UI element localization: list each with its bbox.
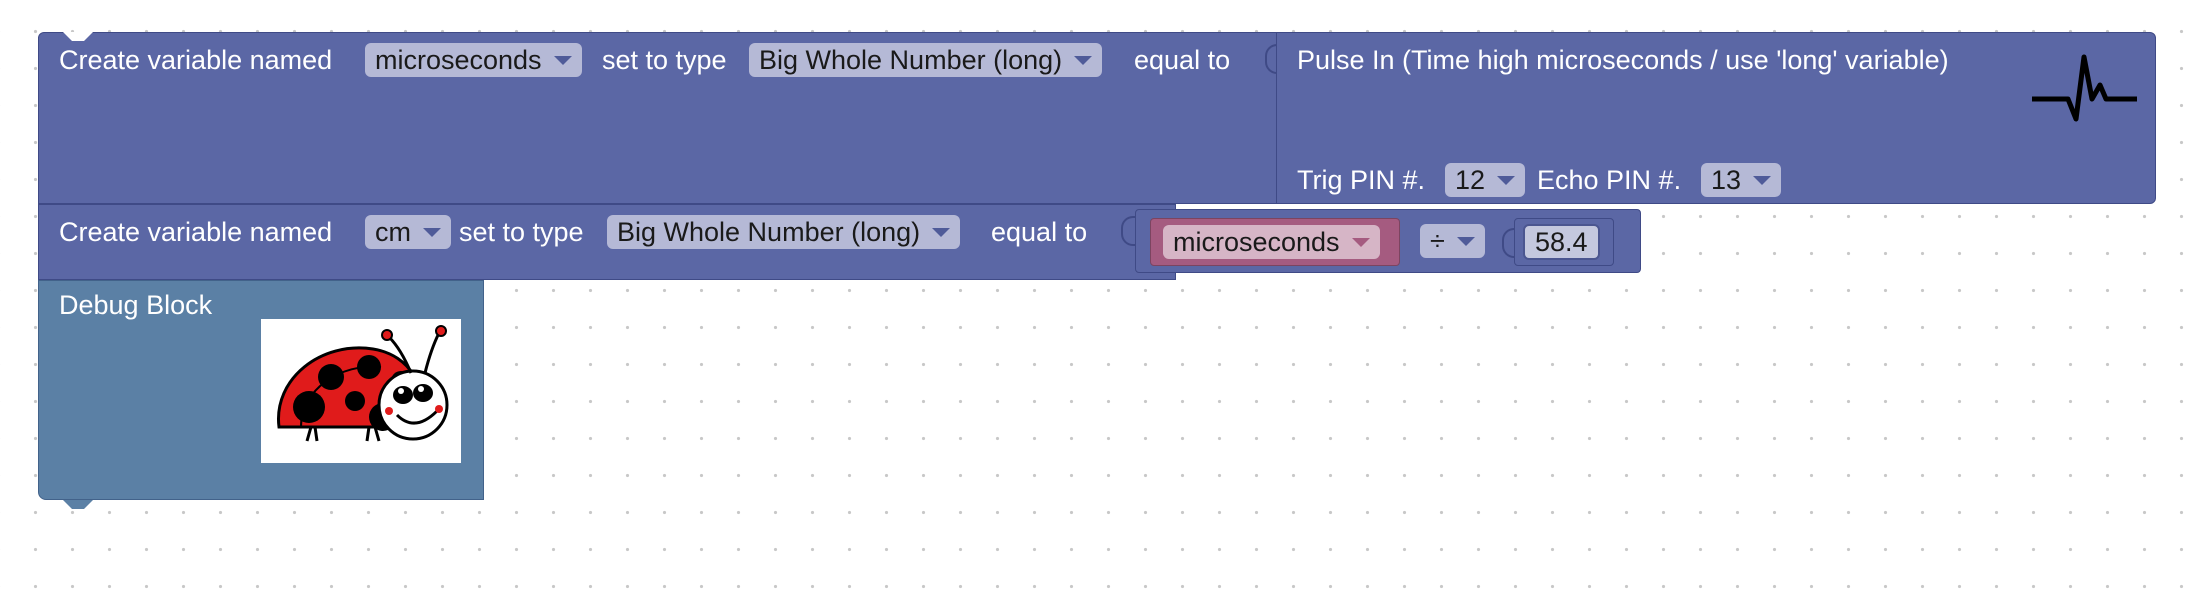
chevron-down-icon bbox=[423, 228, 441, 237]
create-variable-label: Create variable named bbox=[59, 45, 333, 75]
chevron-down-icon bbox=[1351, 238, 1370, 247]
set-to-type-label: set to type bbox=[602, 45, 727, 75]
block-bottom-notch bbox=[63, 500, 93, 509]
number-field[interactable]: 58.4 bbox=[1523, 224, 1600, 260]
chevron-down-icon bbox=[553, 56, 572, 65]
chevron-down-icon bbox=[1497, 176, 1516, 185]
variable-type-value: Big Whole Number (long) bbox=[617, 217, 921, 247]
math-divide-block[interactable]: microseconds ÷ 58.4 bbox=[1135, 209, 1641, 273]
variable-name-dropdown[interactable]: microseconds bbox=[365, 43, 582, 77]
operator-value: ÷ bbox=[1430, 226, 1445, 256]
trig-pin-value: 12 bbox=[1455, 165, 1486, 195]
chevron-down-icon bbox=[1456, 237, 1475, 246]
number-value: 58.4 bbox=[1535, 227, 1588, 257]
pulse-waveform-icon bbox=[2032, 54, 2137, 122]
variable-name-value: microseconds bbox=[375, 45, 542, 75]
debug-block-title: Debug Block bbox=[59, 290, 213, 320]
trig-pin-label: Trig PIN #. bbox=[1297, 165, 1426, 195]
echo-pin-label: Echo PIN #. bbox=[1537, 165, 1682, 195]
variable-getter-dropdown[interactable]: microseconds bbox=[1163, 225, 1380, 259]
chevron-down-icon bbox=[932, 228, 951, 237]
value-input-socket bbox=[1121, 216, 1135, 246]
pulse-in-title: Pulse In (Time high microseconds / use '… bbox=[1297, 45, 1949, 75]
variable-type-dropdown[interactable]: Big Whole Number (long) bbox=[607, 215, 961, 249]
equal-to-label: equal to bbox=[991, 217, 1088, 247]
echo-pin-dropdown[interactable]: 13 bbox=[1701, 163, 1782, 197]
number-block[interactable]: 58.4 bbox=[1514, 218, 1614, 266]
chevron-down-icon bbox=[1074, 56, 1093, 65]
variable-getter-value: microseconds bbox=[1173, 227, 1340, 257]
chevron-down-icon bbox=[1753, 176, 1772, 185]
variable-name-value: cm bbox=[375, 217, 411, 247]
ladybug-image-frame bbox=[261, 319, 461, 463]
echo-pin-value: 13 bbox=[1711, 165, 1742, 195]
trig-pin-dropdown[interactable]: 12 bbox=[1445, 163, 1526, 197]
debug-block[interactable]: Debug Block bbox=[38, 280, 484, 509]
pulse-in-block[interactable]: Pulse In (Time high microseconds / use '… bbox=[1276, 32, 2156, 204]
variable-getter-block[interactable]: microseconds bbox=[1150, 218, 1400, 266]
operator-dropdown[interactable]: ÷ bbox=[1420, 224, 1485, 258]
block-top-notch bbox=[63, 32, 93, 41]
variable-type-value: Big Whole Number (long) bbox=[759, 45, 1063, 75]
create-variable-block-cm[interactable]: Create variable named cm set to type Big… bbox=[38, 204, 1641, 280]
ladybug-icon bbox=[277, 325, 449, 442]
variable-type-dropdown[interactable]: Big Whole Number (long) bbox=[749, 43, 1103, 77]
create-variable-label: Create variable named bbox=[59, 217, 333, 247]
create-variable-block-microseconds[interactable]: Create variable named microseconds set t… bbox=[38, 32, 1279, 204]
set-to-type-label: set to type bbox=[459, 217, 584, 247]
variable-name-dropdown[interactable]: cm bbox=[365, 215, 451, 249]
equal-to-label: equal to bbox=[1134, 45, 1231, 75]
